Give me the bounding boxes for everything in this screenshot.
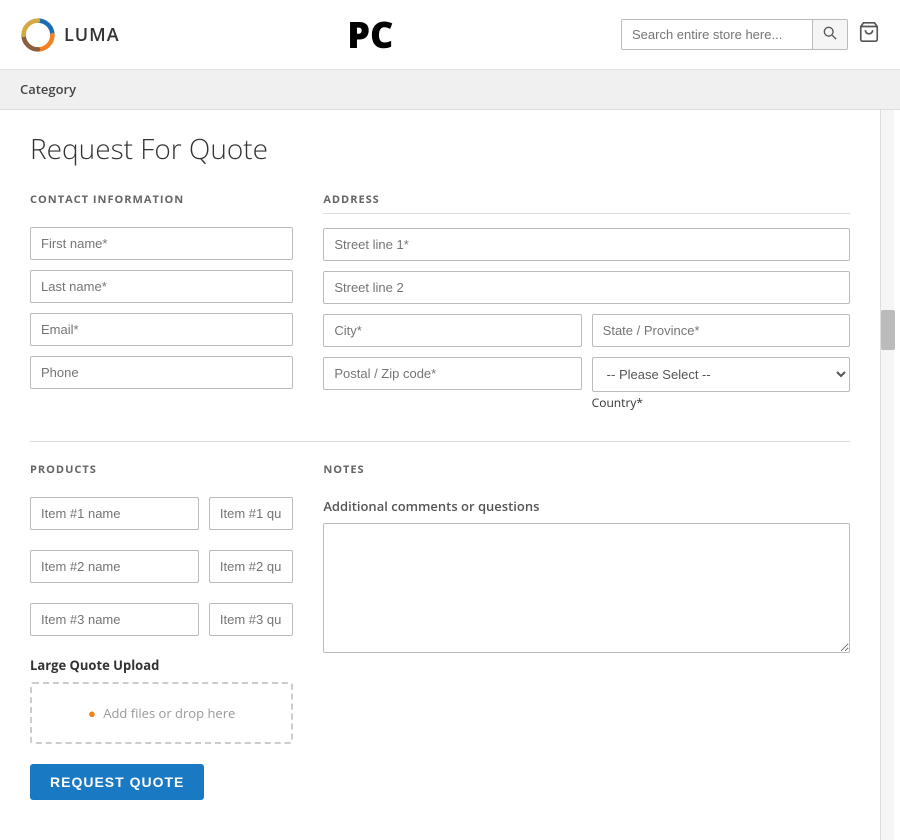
header-right [621,19,880,50]
product-rows [30,497,293,646]
product-3-name-input[interactable] [30,603,199,636]
city-state-row [323,314,850,357]
postal-field [323,357,581,411]
last-name-input[interactable] [30,270,293,303]
scrollbar-thumb[interactable] [881,310,895,350]
product-2-qty-input[interactable] [209,550,293,583]
contact-section-title: CONTACT INFORMATION [30,192,293,213]
upload-text: Add files or drop here [103,704,235,722]
product-3-qty-field [209,603,293,636]
upload-icon: ● [88,704,96,722]
street1-input[interactable] [323,228,850,261]
street2-field [323,271,850,304]
product-2-qty-field [209,550,293,583]
last-name-field [30,270,293,303]
street1-field [323,228,850,261]
country-label: Country* [592,394,850,411]
city-field [323,314,581,347]
luma-logo-icon [20,17,56,53]
address-section: ADDRESS [323,192,850,421]
products-section: PRODUCTS Large Quote Upload ● Add files … [30,462,293,744]
bottom-sections: PRODUCTS Large Quote Upload ● Add files … [30,462,850,744]
country-field: -- Please Select -- Country* [592,357,850,411]
scrollbar[interactable] [880,110,894,840]
upload-label: Large Quote Upload [30,656,293,674]
top-form-sections: CONTACT INFORMATION ADDRESS [30,192,850,421]
product-row [30,497,293,540]
upload-area[interactable]: ● Add files or drop here [30,682,293,744]
comments-label: Additional comments or questions [323,497,850,515]
search-button[interactable] [812,20,847,49]
logo-area: LUMA [20,17,120,53]
state-field [592,314,850,347]
product-3-name-field [30,603,199,636]
phone-input[interactable] [30,356,293,389]
section-divider [30,441,850,442]
contact-section: CONTACT INFORMATION [30,192,293,421]
product-1-name-field [30,497,199,530]
product-2-name-input[interactable] [30,550,199,583]
products-section-title: PRODUCTS [30,462,293,483]
street2-input[interactable] [323,271,850,304]
page-title: Request For Quote [30,130,850,168]
first-name-input[interactable] [30,227,293,260]
cart-icon [858,21,880,43]
email-field [30,313,293,346]
logo-text: LUMA [64,23,120,47]
address-section-title: ADDRESS [323,192,850,214]
product-3-qty-input[interactable] [209,603,293,636]
product-row [30,603,293,646]
main-content: Request For Quote CONTACT INFORMATION [0,110,880,840]
phone-field [30,356,293,389]
notes-textarea[interactable] [323,523,850,653]
product-row [30,550,293,593]
category-label[interactable]: Category [20,80,76,98]
nav-bar: Category [0,70,900,110]
city-input[interactable] [323,314,581,347]
product-1-name-input[interactable] [30,497,199,530]
product-2-name-field [30,550,199,583]
product-1-qty-field [209,497,293,530]
state-input[interactable] [592,314,850,347]
postal-country-row: -- Please Select -- Country* [323,357,850,421]
search-input[interactable] [622,21,812,48]
submit-quote-button[interactable]: REQUEST QUOTE [30,764,204,800]
product-1-qty-input[interactable] [209,497,293,530]
postal-input[interactable] [323,357,581,390]
email-input[interactable] [30,313,293,346]
country-select[interactable]: -- Please Select -- [592,357,850,392]
page-wrapper: Request For Quote CONTACT INFORMATION [0,110,900,840]
notes-section: NOTES Additional comments or questions [323,462,850,744]
first-name-field [30,227,293,260]
search-icon [823,26,837,40]
site-header: LUMA PC [0,0,900,70]
notes-section-title: NOTES [323,462,850,483]
search-box [621,19,848,50]
cart-button[interactable] [858,21,880,49]
header-page-label: PC [347,10,393,59]
